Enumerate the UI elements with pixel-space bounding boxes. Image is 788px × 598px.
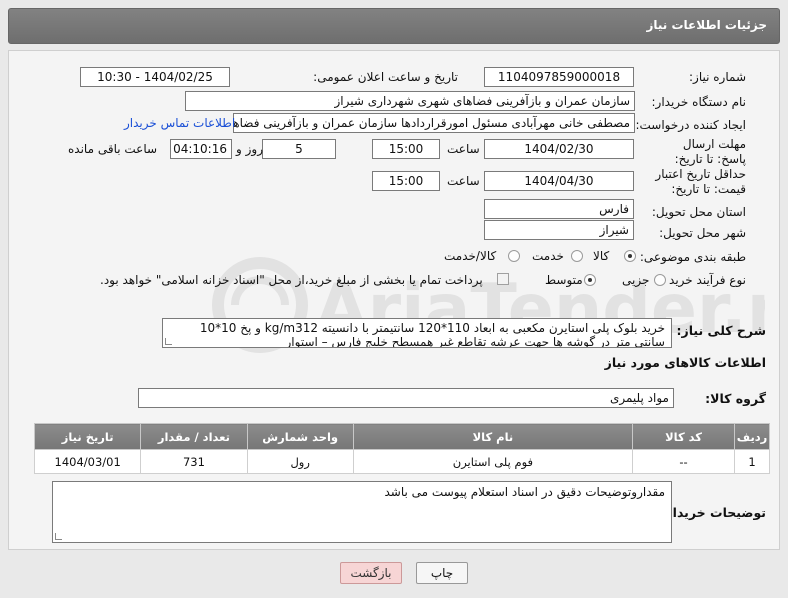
category-goods-radio[interactable] (624, 250, 636, 262)
process-type-label: نوع فرآیند خرید : (661, 273, 746, 287)
city-label: شهر محل تحویل: (659, 226, 746, 240)
requester-field: مصطفی خانی مهرآبادی مسئول امورقراردادها … (233, 113, 635, 133)
province-label: استان محل تحویل: (651, 205, 746, 219)
description-text: خرید بلوک پلی استایرن مکعبی به ابعاد 110… (199, 321, 665, 348)
column-header-quantity: تعداد / مقدار (140, 423, 248, 450)
buyer-notes-label: توضیحات خریدار: (660, 505, 766, 520)
category-service-radio[interactable] (571, 250, 583, 262)
buyer-org-label: نام دستگاه خریدار: (651, 95, 747, 109)
goods-table: ردیف کد کالا نام کالا واحد شمارش تعداد /… (33, 423, 770, 474)
category-goods-service-radio[interactable] (508, 250, 520, 262)
cell-quantity: 731 (140, 449, 248, 474)
process-minor-radio[interactable] (654, 274, 666, 286)
process-minor-label: جزیی (622, 273, 650, 287)
column-header-need-date: تاریخ نیاز (33, 423, 142, 450)
validity-label: حداقل تاریخ اعتبار قیمت: تا تاریخ: (655, 167, 746, 196)
treasury-payment-checkbox[interactable] (497, 273, 509, 285)
page-title: جزئیات اطلاعات نیاز (646, 18, 767, 32)
process-medium-radio[interactable] (584, 274, 596, 286)
goods-section-title: اطلاعات کالاهای مورد نیاز (604, 355, 766, 370)
requester-label: ایجاد کننده درخواست: (635, 118, 746, 132)
description-textarea[interactable]: خرید بلوک پلی استایرن مکعبی به ابعاد 110… (162, 318, 672, 348)
buyer-notes-text: مقداروتوضیحات دقیق در اسناد استعلام پیوس… (384, 485, 666, 499)
deadline-label: مهلت ارسال پاسخ: تا تاریخ: (674, 137, 746, 166)
cell-row-number: 1 (734, 449, 770, 474)
cell-need-date: 1404/03/01 (33, 449, 142, 474)
category-goods-service-label: کالا/خدمت (444, 249, 497, 263)
remaining-time-field: 04:10:16 (170, 139, 232, 159)
column-header-unit: واحد شمارش (246, 423, 354, 450)
remaining-time-label: ساعت باقی مانده (68, 142, 158, 156)
column-header-item-code: کد کالا (631, 423, 736, 450)
back-button[interactable]: بازگشت (340, 562, 402, 584)
table-row: 1 -- فوم پلی استایرن رول 731 1404/03/01 (33, 449, 770, 474)
process-medium-label: متوسط (545, 273, 583, 287)
validity-time-label: ساعت (447, 174, 480, 188)
column-header-row-number: ردیف (734, 423, 770, 450)
buyer-contact-link[interactable]: اطلاعات تماس خریدار (124, 116, 235, 130)
cell-item-code: -- (631, 449, 736, 474)
need-number-label: شماره نیاز: (689, 70, 746, 84)
buyer-notes-textarea[interactable]: مقداروتوضیحات دقیق در اسناد استعلام پیوس… (52, 481, 672, 543)
goods-group-field: مواد پلیمری (138, 388, 674, 408)
resize-handle-icon[interactable] (55, 533, 62, 540)
page-header: جزئیات اطلاعات نیاز (8, 8, 780, 44)
category-service-label: خدمت (532, 249, 564, 263)
announce-date-field: 1404/02/25 - 10:30 (80, 67, 230, 87)
province-field: فارس (484, 199, 634, 219)
cell-item-name: فوم پلی استایرن (352, 449, 633, 474)
goods-table-header: ردیف کد کالا نام کالا واحد شمارش تعداد /… (33, 423, 770, 450)
column-header-item-name: نام کالا (352, 423, 633, 450)
buyer-org-field: سازمان عمران و بازآفرینی فضاهای شهری شهر… (185, 91, 635, 111)
deadline-time-field: 15:00 (372, 139, 440, 159)
deadline-date-field: 1404/02/30 (484, 139, 634, 159)
validity-date-field: 1404/04/30 (484, 171, 634, 191)
need-number-field: 1104097859000018 (484, 67, 634, 87)
cell-unit: رول (246, 449, 354, 474)
resize-handle-icon[interactable] (165, 338, 172, 345)
category-goods-label: کالا (593, 249, 610, 263)
days-field: 5 (262, 139, 336, 159)
print-button[interactable]: چاپ (416, 562, 468, 584)
announce-date-label: تاریخ و ساعت اعلان عمومی: (313, 70, 458, 84)
city-field: شیراز (484, 220, 634, 240)
validity-time-field: 15:00 (372, 171, 440, 191)
category-label: طبقه بندی موضوعی: (639, 250, 746, 264)
treasury-payment-note: پرداخت تمام یا بخشی از مبلغ خرید،از محل … (100, 273, 483, 287)
days-label: روز و (236, 142, 263, 156)
goods-group-label: گروه کالا: (705, 391, 766, 406)
description-label: شرح کلی نیاز: (676, 323, 766, 338)
deadline-time-label: ساعت (447, 142, 480, 156)
need-details-page: جزئیات اطلاعات نیاز AriaTender.neT شماره… (0, 0, 788, 598)
